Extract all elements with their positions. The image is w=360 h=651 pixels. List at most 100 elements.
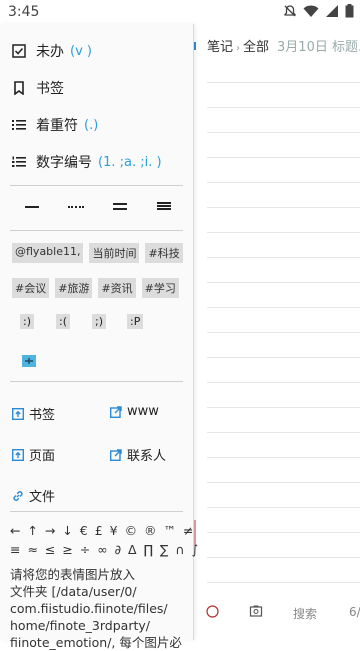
note-row-divider [207,157,360,158]
link-bookmark[interactable]: 书签 [11,404,56,423]
note-row-divider [207,507,360,508]
note-row-divider [207,82,360,83]
link-file-label: 文件 [29,490,56,505]
link-www-label: www [127,404,159,419]
tags-row-1: @flyable11, 当前时间 #科技 [12,243,183,263]
note-row-divider [207,332,360,333]
emoji-folder-help: 请将您的表情图片放入 文件夹 [/data/user/0/ com.fiistu… [10,566,190,651]
link-www[interactable]: www [109,404,159,419]
tag-chip[interactable]: @flyable11, [12,243,84,263]
help-line: fiinote_emotion/, 每个图片必 [10,635,182,650]
bulleted-list-icon [12,118,26,132]
numbered-shortcut: (1. ;a. ;i. ) [98,154,162,170]
triple-line-button[interactable] [157,202,171,204]
symbols-row-1[interactable]: ← ↑ → ↓ € £ ¥ © ® ™ ≠ [10,523,195,538]
numbered-list-icon [12,155,26,169]
bullets-item[interactable]: 着重符 (.) [0,107,193,143]
bookmark-icon [12,81,26,95]
link-contact[interactable]: 联系人 [109,445,167,464]
tag-chip[interactable]: #科技 [145,243,183,263]
tag-chip[interactable]: #资讯 [98,278,136,298]
note-row-divider [207,107,360,108]
todo-shortcut: (v ) [70,43,92,59]
note-row-divider [207,557,360,558]
solid-line-button[interactable] [25,206,39,208]
record-button[interactable] [206,605,219,621]
note-row-divider [207,282,360,283]
insert-bookmark-icon [11,407,25,420]
dotted-line-button[interactable] [68,206,84,210]
note-row-divider [207,232,360,233]
battery-icon [345,3,354,22]
numbered-label: 数字编号 [36,155,92,171]
symbols-row-2[interactable]: ≡ ≈ ≤ ≥ ÷ ∞ ∂ Δ ∏ ∑ ∩ ∫ [10,542,200,557]
tag-chip[interactable]: 当前时间 [89,243,140,263]
breadcrumb: 笔记›全部 3月10日 标题... [207,36,360,55]
emoticon-smile[interactable]: :) [20,314,34,329]
help-line: 文件夹 [/data/user/0/ [10,584,137,599]
tag-chip[interactable]: #旅游 [55,278,93,298]
emoticon-wink[interactable]: ;) [92,314,106,329]
note-row-divider [207,407,360,408]
tags-row-2: #会议 #旅游 #资讯 #学习 [12,278,179,298]
note-row-divider [207,207,360,208]
note-list-pane: 笔记›全部 3月10日 标题... 搜索 6/ [193,24,360,640]
help-line: com.fiistudio.fiinote/files/ [10,601,168,616]
todo-item[interactable]: 未办 (v ) [0,33,193,69]
divider [10,381,183,382]
note-preview-hint[interactable]: 3月10日 标题... [277,40,360,55]
camera-icon[interactable] [249,604,263,621]
note-row-divider [207,532,360,533]
checkbox-icon [12,44,26,58]
notifications-off-icon [283,3,297,22]
status-time: 3:45 [8,4,40,20]
bookmark-label: 书签 [36,81,64,97]
breadcrumb-all[interactable]: 全部 [243,40,269,55]
link-page[interactable]: 页面 [11,445,56,464]
note-row-divider [207,307,360,308]
external-link-icon [109,448,122,461]
link-file[interactable]: 文件 [12,486,55,505]
link-contact-label: 联系人 [127,449,167,464]
note-row-divider [207,182,360,183]
help-line: 请将您的表情图片放入 [10,567,136,582]
emoticon-sad[interactable]: :( [56,314,70,329]
bottom-toolbar: 搜索 6/ [193,597,360,627]
double-line-button[interactable] [113,203,127,205]
link-chain-icon [12,490,24,502]
insert-page-icon [11,448,25,461]
status-icons [283,3,354,22]
note-row-divider [207,432,360,433]
wifi-icon [303,3,319,22]
separator-styles-row [0,194,193,222]
divider [10,511,183,512]
format-drawer: 未办 (v ) 书签 着重符 (.) 数字编号 (1. ;a. ;i. ) @f… [0,24,198,650]
todo-label: 未办 [36,44,64,60]
note-row-divider [207,457,360,458]
note-row-divider [207,257,360,258]
page-indicator: 6/ [349,605,360,619]
bookmark-item[interactable]: 书签 [0,70,193,106]
status-bar: 3:45 [0,0,360,24]
breadcrumb-notes[interactable]: 笔记 [207,40,233,55]
search-button[interactable]: 搜索 [293,605,317,622]
note-row-divider [207,582,360,583]
emoticon-tongue[interactable]: :P [127,314,144,329]
link-bookmark-label: 书签 [29,408,56,423]
note-row-divider [207,357,360,358]
chevron-right-icon: › [236,43,241,54]
link-page-label: 页面 [29,449,56,464]
divider [10,230,183,231]
bullets-label: 着重符 [36,118,78,134]
emoji-image-button[interactable] [22,352,36,371]
signal-icon [325,3,339,22]
external-link-icon [109,405,122,418]
bullets-shortcut: (.) [84,117,99,133]
tag-chip[interactable]: #会议 [12,278,50,298]
help-line: home/finote_3rdparty/ [10,618,150,633]
numbered-item[interactable]: 数字编号 (1. ;a. ;i. ) [0,144,193,180]
note-row-divider [207,132,360,133]
note-row-divider [207,482,360,483]
tag-chip[interactable]: #学习 [141,278,179,298]
note-row-divider [207,382,360,383]
